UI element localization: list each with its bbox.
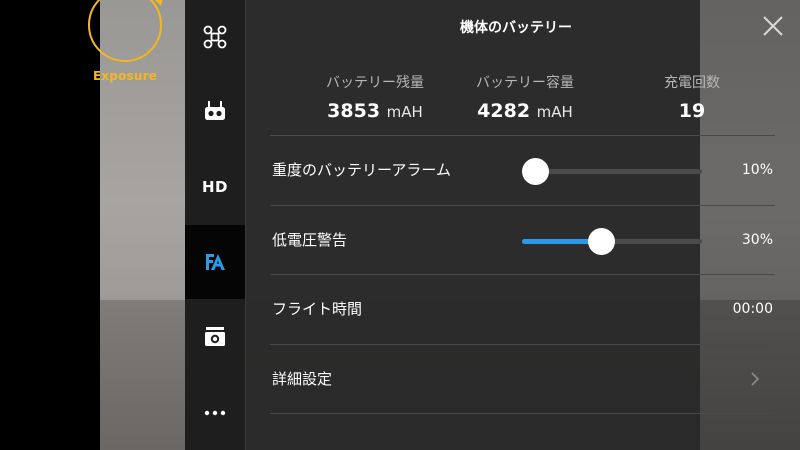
stat-charge-cycles: 充電回数 19 [607,72,777,122]
stat-unit: mAH [386,103,423,121]
stat-label: 充電回数 [664,75,720,91]
exposure-label: Exposure [92,69,158,83]
sidebar-item-hd[interactable]: HD [185,150,245,224]
stat-label: バッテリー容量 [476,75,574,91]
stat-unit: mAH [536,103,573,121]
sidebar-item-battery[interactable] [185,225,245,299]
battery-settings-icon [206,254,225,270]
flight-time-value: 00:00 [732,301,773,317]
row-label: 詳細設定 [272,370,333,388]
stat-value: 4282 mAH [440,100,610,122]
stat-number: 19 [678,100,706,122]
critical-alarm-slider[interactable] [522,158,702,185]
row-advanced-settings[interactable]: 詳細設定 [270,344,775,413]
low-voltage-value: 30% [741,232,773,248]
slider-knob[interactable] [522,158,549,185]
stat-number: 4282 [477,100,531,122]
remote-controller-icon [205,101,225,120]
sidebar-item-hd-label: HD [201,178,228,196]
stat-label: バッテリー残量 [326,75,424,91]
row-flight-time: フライト時間 00:00 [270,274,775,343]
stat-value: 3853 mAH [290,100,460,122]
row-label: フライト時間 [272,300,363,318]
chevron-right-icon [751,372,760,386]
camera-icon [205,327,225,346]
row-critical-battery-alarm: 重度のバッテリーアラーム 10% [270,135,775,204]
sidebar-item-remote-controller[interactable] [185,74,245,148]
row-divider [270,413,775,414]
stat-full-capacity: バッテリー容量 4282 mAH [440,72,610,122]
row-label: 低電圧警告 [272,231,348,249]
sidebar-item-more[interactable] [185,376,245,450]
low-voltage-slider[interactable] [522,228,702,255]
stat-value: 19 [607,100,777,122]
critical-alarm-value: 10% [741,162,773,178]
panel-title: 機体のバッテリー [460,20,572,36]
row-label: 重度のバッテリーアラーム [272,161,451,179]
exposure-handle-icon[interactable] [152,0,166,8]
sidebar-item-aircraft[interactable] [185,0,245,74]
camera-view-letterbox [0,0,100,450]
drone-icon [203,25,227,49]
settings-sidebar: HD [185,0,246,450]
row-low-voltage-warning: 低電圧警告 30% [270,205,775,274]
sidebar-item-camera[interactable] [185,300,245,374]
close-icon[interactable] [762,15,784,37]
stat-remaining-capacity: バッテリー残量 3853 mAH [290,72,460,122]
stat-number: 3853 [327,100,381,122]
more-icon [204,410,226,416]
slider-knob[interactable] [588,228,615,255]
